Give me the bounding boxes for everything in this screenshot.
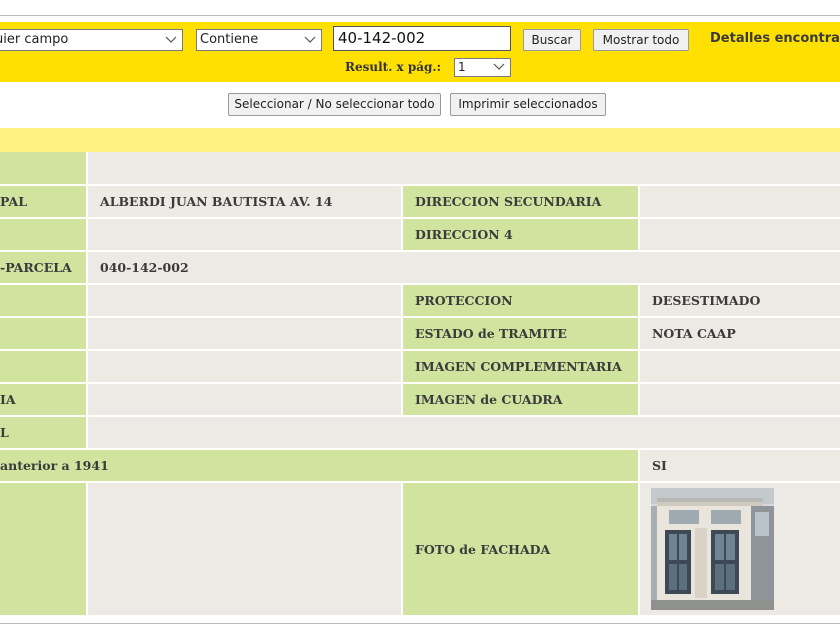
search-field-select[interactable]: uier campo [0, 29, 183, 51]
facade-photo[interactable] [651, 488, 774, 610]
results-per-page-select[interactable]: 1 [454, 58, 511, 77]
top-divider [0, 15, 840, 16]
direccion-secundaria-label: DIRECCION SECUNDARIA [403, 186, 638, 217]
record-value-cell [88, 285, 401, 316]
anterior-1941-value: SI [640, 450, 840, 481]
record-value-cell [88, 483, 401, 615]
foto-fachada-label: FOTO de FACHADA [403, 483, 638, 615]
parcela-value: 040-142-002 [88, 252, 840, 283]
record-label-cell: IA [0, 384, 86, 415]
record-label-cell [0, 219, 86, 250]
imagen-complementaria-value [640, 351, 840, 382]
direccion-principal-value: ALBERDI JUAN BAUTISTA AV. 14 [88, 186, 401, 217]
search-condition-select-value: Contiene [200, 32, 259, 47]
proteccion-label: PROTECCION [403, 285, 638, 316]
chevron-down-icon [304, 36, 316, 43]
record-value-cell [88, 318, 401, 349]
results-per-page-label: Result. x pág.: [345, 60, 442, 74]
direccion-4-label: DIRECCION 4 [403, 219, 638, 250]
direccion-secundaria-value [640, 186, 840, 217]
search-field-select-value: uier campo [0, 32, 69, 47]
parcela-label: -PARCELA [0, 252, 86, 283]
imagen-complementaria-label: IMAGEN COMPLEMENTARIA [403, 351, 638, 382]
details-found-label: Detalles encontra [710, 31, 840, 46]
print-selected-button[interactable]: Imprimir seleccionados [450, 93, 606, 116]
record-value-cell [88, 417, 840, 448]
anterior-1941-label: anterior a 1941 [0, 450, 638, 481]
show-all-button[interactable]: Mostrar todo [593, 29, 689, 51]
search-button[interactable]: Buscar [523, 29, 581, 51]
record-header-band [0, 128, 840, 152]
select-all-toggle-button[interactable]: Seleccionar / No seleccionar todo [228, 93, 441, 116]
results-per-page-value: 1 [458, 60, 466, 74]
record-value-cell [88, 219, 401, 250]
record-label-cell [0, 285, 86, 316]
record-label-cell [0, 483, 86, 615]
estado-tramite-label: ESTADO de TRAMITE [403, 318, 638, 349]
bottom-divider [0, 623, 840, 624]
direccion-4-value [640, 219, 840, 250]
chevron-down-icon [165, 36, 177, 43]
record-value-cell [88, 152, 840, 184]
imagen-cuadra-value [640, 384, 840, 415]
proteccion-value: DESESTIMADO [640, 285, 840, 316]
record-label-cell [0, 318, 86, 349]
record-value-cell [88, 384, 401, 415]
record-label-cell [0, 351, 86, 382]
imagen-cuadra-label: IMAGEN de CUADRA [403, 384, 638, 415]
search-input[interactable]: 40-142-002 [333, 26, 511, 51]
facade-photo-image [651, 488, 774, 610]
chevron-down-icon [493, 63, 505, 70]
estado-tramite-value: NOTA CAAP [640, 318, 840, 349]
record-value-cell [88, 351, 401, 382]
record-label-cell: L [0, 417, 86, 448]
search-condition-select[interactable]: Contiene [196, 29, 322, 51]
direccion-principal-label: PAL [0, 186, 86, 217]
record-label-cell [0, 152, 86, 184]
